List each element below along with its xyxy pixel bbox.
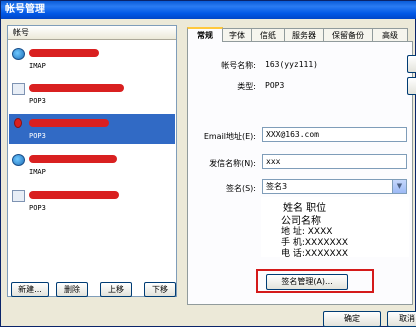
move-down-button[interactable]: 下移 [144, 282, 176, 297]
window-title: 帐号管理 [1, 1, 416, 19]
account-item[interactable]: IMAP [9, 150, 175, 180]
account-type: POP3 [29, 132, 46, 140]
email-label: Email地址(E): [203, 132, 256, 141]
tab-font[interactable]: 字体 [222, 28, 252, 42]
edit-name-button[interactable] [407, 55, 416, 73]
account-type: POP3 [29, 204, 46, 212]
annotation-highlight-box [256, 269, 374, 293]
redacted-account-name [29, 155, 117, 163]
type-value: POP3 [265, 81, 285, 90]
sender-name-label: 发信名称(N): [209, 159, 256, 168]
mailbox-icon [12, 190, 25, 202]
account-item[interactable]: POP3 [9, 79, 175, 109]
redacted-account-name [29, 191, 119, 199]
globe-icon [12, 48, 25, 60]
account-item[interactable]: POP3 [9, 186, 175, 216]
red-account-icon [14, 118, 22, 128]
chevron-down-icon[interactable]: ▼ [392, 180, 406, 193]
new-account-button[interactable]: 新建... [11, 282, 49, 297]
signature-label: 签名(S): [225, 184, 256, 193]
move-up-button[interactable]: 上移 [100, 282, 132, 297]
type-side-button[interactable] [407, 77, 416, 95]
type-label: 类型: [237, 82, 256, 91]
redacted-account-name [29, 49, 99, 57]
account-list[interactable]: 帐号 IMAP POP3 POP3 IMAP POP3 [7, 25, 177, 297]
delete-account-button[interactable]: 删除 [56, 282, 88, 297]
tab-backup[interactable]: 保留备份 [323, 28, 373, 42]
redacted-account-name [29, 119, 109, 127]
account-item-selected[interactable]: POP3 [9, 114, 175, 144]
tab-stationery[interactable]: 信纸 [251, 28, 285, 42]
tab-server[interactable]: 服务器 [284, 28, 324, 42]
account-manager-window: 帐号管理 帐号 IMAP POP3 POP3 IMAP POP3 新建... 删… [0, 0, 416, 327]
tab-general[interactable]: 常规 [187, 27, 223, 42]
signature-preview: 姓名 职位 公司名称 地 址: XXXX 手 机:XXXXXXX 电 话:XXX… [261, 197, 409, 259]
account-type: POP3 [29, 97, 46, 105]
email-field[interactable]: XXX@163.com [262, 127, 407, 142]
account-type: IMAP [29, 168, 46, 176]
redacted-account-name [29, 84, 124, 92]
account-name-label: 帐号名称: [221, 61, 256, 70]
sender-name-field[interactable]: xxx [262, 154, 407, 169]
account-name-value: 163(yyz111) [265, 60, 318, 69]
account-list-header[interactable]: 帐号 [8, 26, 176, 40]
account-type: IMAP [29, 62, 46, 70]
signature-select[interactable]: 签名3 ▼ [262, 179, 407, 194]
mailbox-icon [12, 83, 25, 95]
globe-icon [12, 154, 25, 166]
preview-phone: 电 话:XXXXXXX [281, 249, 349, 259]
settings-tabs: 常规 字体 信纸 服务器 保留备份 高级 [187, 27, 416, 42]
tab-advanced[interactable]: 高级 [372, 28, 408, 42]
signature-selected-value: 签名3 [266, 182, 288, 191]
account-item[interactable]: IMAP [9, 44, 175, 74]
cancel-button[interactable]: 取消 [387, 311, 416, 327]
ok-button[interactable]: 确定 [323, 311, 381, 327]
